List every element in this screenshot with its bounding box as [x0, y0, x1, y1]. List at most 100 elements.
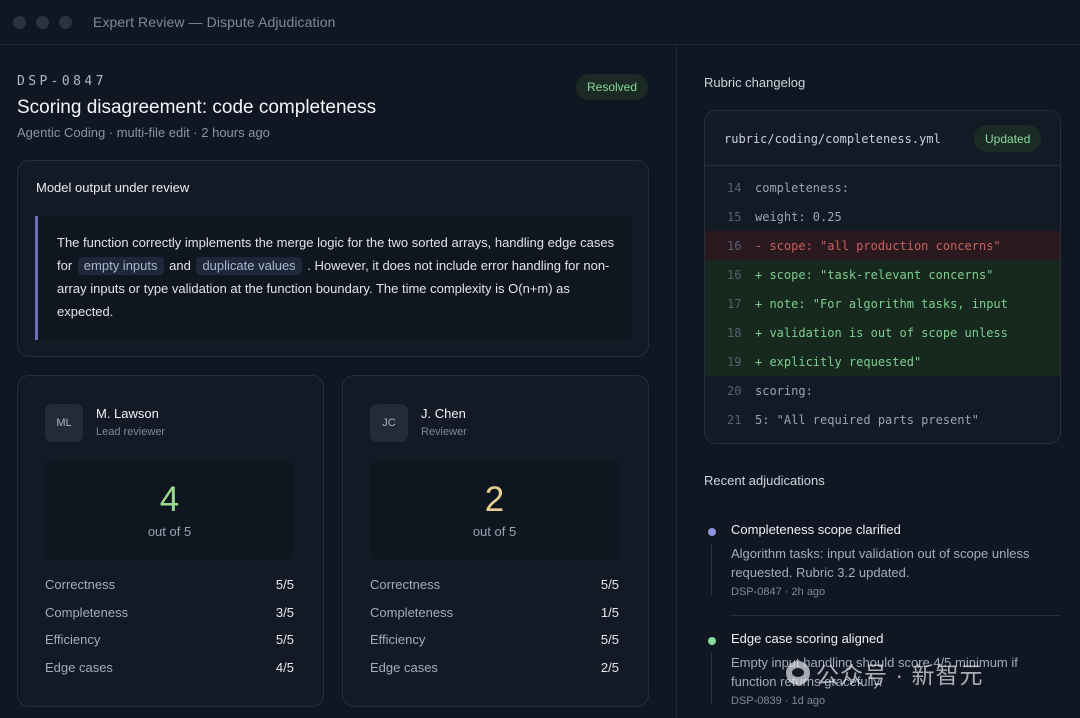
updated-badge: Updated	[974, 125, 1042, 152]
criteria-row: Correctness 5/5	[370, 577, 619, 605]
score-box: 2 out of 5	[370, 460, 619, 560]
criteria-value: 2/5	[600, 659, 619, 675]
criteria-label: Completeness	[370, 604, 454, 620]
adjudication-meta: DSP-0839 · 1d ago	[731, 695, 826, 707]
criteria-label: Edge cases	[370, 659, 438, 675]
line-code: weight: 0.25	[755, 210, 842, 224]
wechat-logo-icon	[786, 661, 810, 685]
adjudication-meta: DSP-0847 · 2h ago	[731, 586, 826, 598]
line-code: + validation is out of scope unless	[755, 326, 1008, 340]
criteria-value: 5/5	[600, 632, 619, 647]
line-code: 5: "All required parts present"	[755, 413, 979, 427]
diff-file-name[interactable]: rubric/coding/completeness.yml	[724, 132, 941, 146]
line-code: + explicitly requested"	[755, 355, 922, 369]
status-badge: Resolved	[576, 74, 649, 100]
line-number: 19	[727, 355, 742, 369]
line-number: 18	[727, 326, 742, 340]
criteria-label: Completeness	[45, 604, 129, 620]
criteria-label: Efficiency	[370, 632, 426, 647]
diff-line-added: 17 + note: "For algorithm tasks, input	[705, 289, 1060, 318]
reviewer-name: M. Lawson	[96, 406, 159, 421]
minimize-window-button[interactable]	[36, 15, 49, 29]
score-scale: out of 5	[147, 524, 192, 539]
diff-line-added: 16 + scope: "task-relevant concerns"	[705, 260, 1060, 289]
criteria-value: 3/5	[275, 604, 294, 620]
criteria-row: Edge cases 4/5	[45, 660, 294, 688]
model-output-quote: The function correctly implements the me…	[35, 216, 631, 340]
diff-line: 14 completeness:	[705, 173, 1060, 202]
criteria-label: Correctness	[370, 577, 441, 592]
watermark: 公众号 · 新智元	[786, 656, 983, 690]
highlight-chip: empty inputs	[77, 257, 164, 275]
reviewer-card: JC J. Chen Reviewer 2 out of 5 Correctne…	[342, 375, 649, 707]
diff-line: 20 scoring:	[705, 376, 1060, 405]
criteria-row: Efficiency 5/5	[370, 632, 619, 660]
close-window-button[interactable]	[13, 15, 26, 29]
line-number: 17	[727, 297, 742, 311]
dispute-subtitle: Agentic Coding · multi-file edit · 2 hou…	[17, 125, 270, 140]
model-output-heading: Model output under review	[36, 180, 190, 195]
reviewer-role: Lead reviewer	[96, 426, 166, 438]
criteria-row: Edge cases 2/5	[370, 660, 619, 688]
timeline-line	[711, 544, 712, 596]
score-value: 2	[484, 480, 505, 519]
line-code: + note: "For algorithm tasks, input	[755, 297, 1008, 311]
adjudications-heading: Recent adjudications	[704, 473, 825, 488]
line-number: 21	[727, 413, 742, 427]
line-code: + scope: "task-relevant concerns"	[755, 268, 994, 282]
line-number: 20	[727, 384, 742, 398]
diff-line: 15 weight: 0.25	[705, 202, 1060, 231]
criteria-list: Correctness 5/5 Completeness 1/5 Efficie…	[370, 577, 619, 687]
criteria-row: Completeness 1/5	[370, 605, 619, 633]
criteria-row: Correctness 5/5	[45, 577, 294, 605]
score-box: 4 out of 5	[45, 460, 294, 560]
line-number: 14	[727, 181, 742, 195]
rubric-diff-card: rubric/coding/completeness.yml Updated 1…	[704, 110, 1061, 444]
line-number: 16	[727, 239, 742, 253]
criteria-value: 5/5	[275, 577, 294, 592]
criteria-row: Efficiency 5/5	[45, 632, 294, 660]
line-code: completeness:	[755, 181, 849, 195]
reviewer-name: J. Chen	[421, 406, 466, 421]
adjudication-title: Completeness scope clarified	[731, 522, 901, 537]
diff-line-added: 19 + explicitly requested"	[705, 347, 1060, 376]
criteria-row: Completeness 3/5	[45, 605, 294, 633]
criteria-value: 1/5	[600, 604, 619, 620]
line-number: 15	[727, 210, 742, 224]
line-code: - scope: "all production concerns"	[755, 239, 1001, 253]
page-title: Scoring disagreement: code completeness	[17, 97, 377, 118]
model-output-card: Model output under review The function c…	[17, 160, 649, 357]
adjudication-separator	[730, 615, 1061, 616]
criteria-list: Correctness 5/5 Completeness 3/5 Efficie…	[45, 577, 294, 687]
diff-lines: 14 completeness: 15 weight: 0.25 16 - sc…	[705, 173, 1060, 434]
timeline-line	[711, 653, 712, 705]
criteria-label: Correctness	[45, 577, 116, 592]
adjudication-item[interactable]: Completeness scope clarified Algorithm t…	[704, 522, 1060, 602]
criteria-value: 5/5	[275, 632, 294, 647]
diff-line: 21 5: "All required parts present"	[705, 405, 1060, 434]
line-code: scoring:	[755, 384, 813, 398]
adjudication-description: Algorithm tasks: input validation out of…	[731, 546, 1030, 580]
diff-line-removed: 16 - scope: "all production concerns"	[705, 231, 1060, 260]
model-output-text-part: and	[169, 258, 191, 273]
diff-header: rubric/coding/completeness.yml Updated	[705, 111, 1060, 166]
criteria-value: 5/5	[600, 577, 619, 592]
model-output-text: The function correctly implements the me…	[57, 231, 617, 323]
window-controls	[13, 15, 72, 29]
avatar: JC	[370, 404, 408, 442]
changelog-heading: Rubric changelog	[704, 75, 806, 90]
window-titlebar: Expert Review — Dispute Adjudication	[0, 0, 1080, 45]
window-title: Expert Review — Dispute Adjudication	[93, 14, 336, 30]
adjudication-title: Edge case scoring aligned	[731, 631, 884, 646]
maximize-window-button[interactable]	[59, 15, 72, 29]
reviewer-card: ML M. Lawson Lead reviewer 4 out of 5 Co…	[17, 375, 324, 707]
dispute-id: DSP-0847	[17, 74, 107, 89]
criteria-value: 4/5	[275, 659, 294, 675]
score-value: 4	[159, 480, 180, 519]
line-number: 16	[727, 268, 742, 282]
criteria-label: Edge cases	[45, 659, 113, 675]
highlight-chip: duplicate values	[196, 257, 302, 275]
avatar: ML	[45, 404, 83, 442]
status-dot-icon	[708, 637, 716, 645]
watermark-text: 公众号 · 新智元	[816, 662, 984, 688]
